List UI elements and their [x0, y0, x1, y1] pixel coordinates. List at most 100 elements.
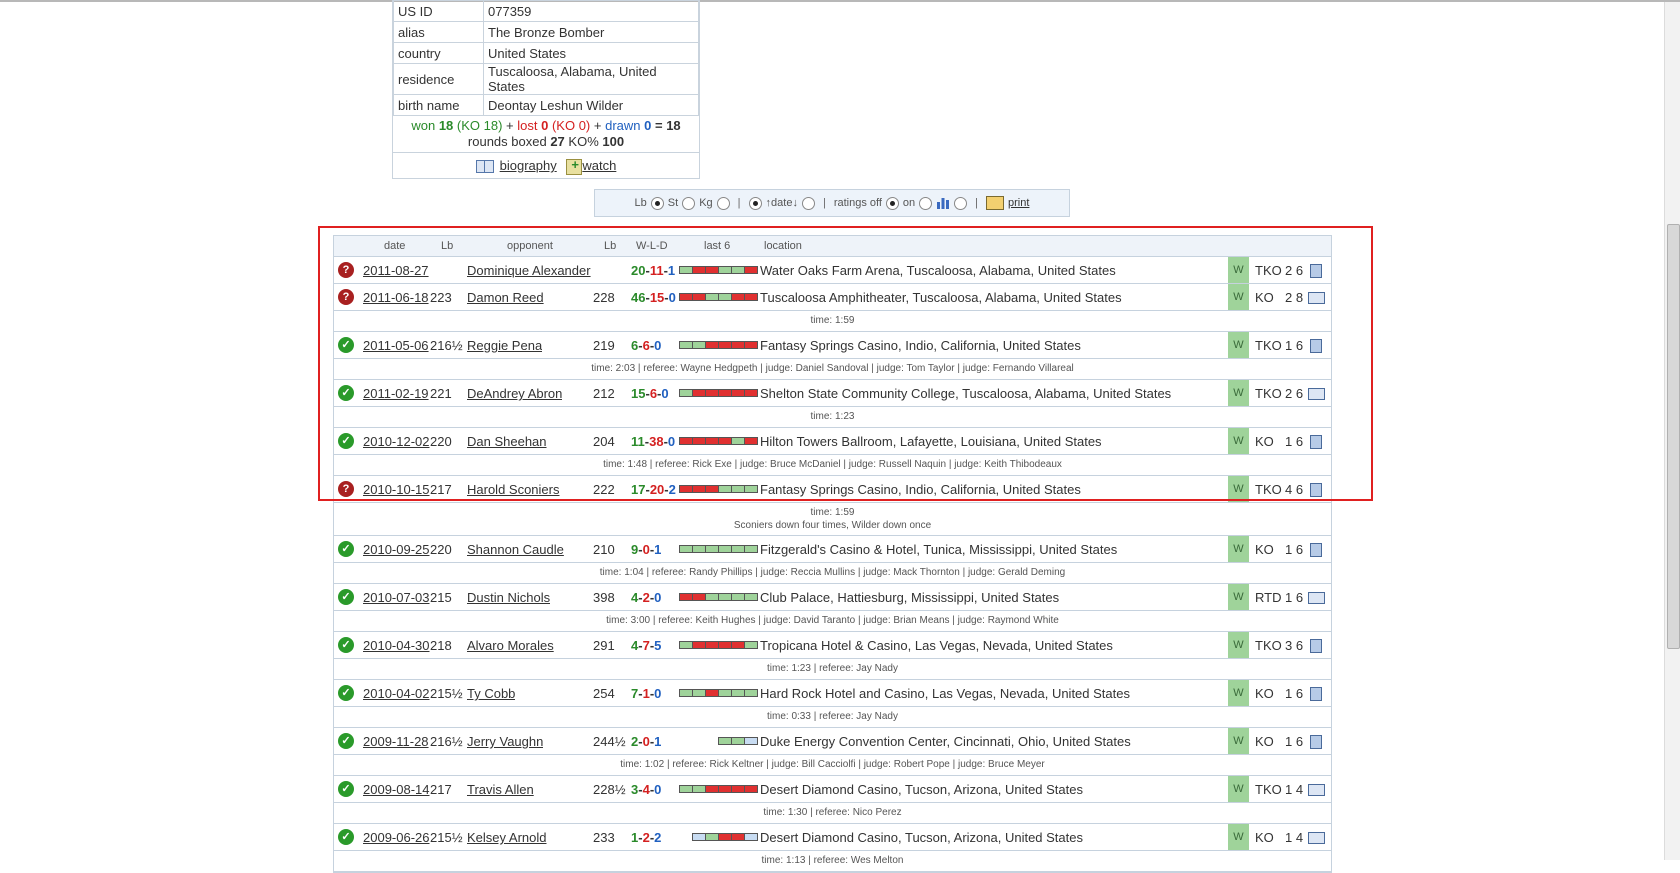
book-icon[interactable]	[1308, 832, 1325, 844]
opponent-draws: 1	[667, 263, 676, 278]
fight-date-link[interactable]: 2010-10-15	[363, 482, 430, 497]
fight-location: Shelton State Community College, Tuscalo…	[760, 386, 1172, 401]
fight-row: ✓ 2011-05-06 216½ Reggie Pena 219 6-6-0 Fantas…	[334, 332, 1331, 359]
question-icon[interactable]: ?	[338, 289, 354, 305]
book-icon[interactable]	[1308, 592, 1325, 604]
fight-date-link[interactable]: 2010-04-02	[363, 686, 430, 701]
opponent-link[interactable]: Harold Sconiers	[467, 482, 560, 497]
result-badge: W	[1228, 584, 1249, 610]
opponent-link[interactable]: Alvaro Morales	[467, 638, 554, 653]
opponent-link[interactable]: Kelsey Arnold	[467, 830, 547, 845]
ko-percent: 100	[602, 134, 625, 149]
opponent-wins: 3	[631, 782, 639, 797]
fight-date-link[interactable]: 2010-07-03	[363, 590, 430, 605]
header-opponent: opponent	[507, 240, 553, 252]
fight-date-link[interactable]: 2010-09-25	[363, 542, 430, 557]
opponent-link[interactable]: Dominique Alexander	[467, 263, 591, 278]
opponent-link[interactable]: Damon Reed	[467, 290, 544, 305]
scrollbar-thumb[interactable]	[1667, 224, 1680, 649]
book-icon[interactable]	[1308, 292, 1325, 304]
header-last6: last 6	[704, 240, 731, 252]
last6-result-block	[731, 641, 745, 649]
opponent-weight: 219	[593, 338, 615, 353]
profile-field-value: 077359	[483, 0, 699, 22]
fight-details-text: time: 1:23 | referee: Jay Nady	[767, 663, 898, 674]
result-badge: W	[1228, 632, 1249, 658]
document-icon[interactable]	[1310, 339, 1322, 353]
document-icon[interactable]	[1310, 735, 1322, 749]
document-icon[interactable]	[1310, 687, 1322, 701]
last6-result-block	[705, 266, 719, 274]
document-icon[interactable]	[1310, 639, 1322, 653]
opponent-wins: 1	[631, 830, 639, 845]
last6-result-block	[731, 545, 745, 553]
profile-field-label: alias	[393, 21, 484, 43]
book-icon[interactable]	[1308, 388, 1325, 400]
opponent-losses: 1	[642, 686, 650, 701]
biography-link[interactable]: biography	[500, 158, 557, 173]
result-method: KO	[1255, 542, 1274, 557]
fight-details-row: time: 1:13 | referee: Wes Melton	[334, 851, 1331, 872]
ratings-off-radio[interactable]	[885, 196, 899, 210]
last6-result-block	[731, 389, 745, 397]
st-radio[interactable]	[682, 196, 696, 210]
last6-result-block	[731, 593, 745, 601]
last6-result-block	[692, 437, 706, 445]
chart-radio[interactable]	[954, 196, 968, 210]
vertical-scrollbar[interactable]	[1664, 2, 1680, 860]
last6-result-block	[679, 593, 693, 601]
document-icon[interactable]	[1310, 264, 1322, 278]
opponent-draws: 5	[654, 638, 662, 653]
last6-result-block	[731, 293, 745, 301]
opponent-weight: 291	[593, 638, 615, 653]
last6-result-block	[731, 833, 745, 841]
ratings-on-radio[interactable]	[919, 196, 933, 210]
document-icon[interactable]	[1310, 543, 1322, 557]
date-asc-radio[interactable]	[801, 196, 815, 210]
add-watch-icon[interactable]: +	[566, 157, 583, 175]
question-icon[interactable]: ?	[338, 262, 354, 278]
ko-label: KO%	[568, 134, 599, 149]
fight-date-link[interactable]: 2009-06-26	[363, 830, 430, 845]
question-icon[interactable]: ?	[338, 481, 354, 497]
fight-location: Tuscaloosa Amphitheater, Tuscaloosa, Ala…	[760, 290, 1122, 305]
opponent-link[interactable]: Shannon Caudle	[467, 542, 564, 557]
opponent-link[interactable]: DeAndrey Abron	[467, 386, 562, 401]
printer-icon[interactable]	[986, 196, 1005, 210]
fight-details-text: time: 2:03 | referee: Wayne Hedgpeth | j…	[591, 363, 1074, 374]
last6-result-block	[718, 437, 732, 445]
last6-result-block	[731, 437, 745, 445]
result-method: TKO	[1255, 482, 1282, 497]
fight-date-link[interactable]: 2009-11-28	[363, 734, 429, 749]
lb-label: Lb	[634, 197, 647, 209]
book-icon[interactable]	[475, 160, 494, 174]
kg-radio[interactable]	[716, 196, 730, 210]
last-six-results	[678, 341, 758, 349]
opponent-link[interactable]: Ty Cobb	[467, 686, 515, 701]
document-icon[interactable]	[1310, 483, 1322, 497]
opponent-link[interactable]: Reggie Pena	[467, 338, 542, 353]
fight-date-link[interactable]: 2011-02-19	[363, 386, 429, 401]
last6-result-block	[718, 737, 732, 745]
opponent-link[interactable]: Jerry Vaughn	[467, 734, 543, 749]
fight-date-link[interactable]: 2010-04-30	[363, 638, 430, 653]
fight-row: ? 2011-06-18 223 Damon Reed 228 46-15-0 Tuscal…	[334, 284, 1331, 311]
watch-link[interactable]: watch	[582, 158, 616, 173]
opponent-link[interactable]: Dustin Nichols	[467, 590, 550, 605]
last6-result-block	[705, 485, 719, 493]
opponent-link[interactable]: Dan Sheehan	[467, 434, 547, 449]
fight-date-link[interactable]: 2011-05-06	[363, 338, 429, 353]
document-icon[interactable]	[1310, 435, 1322, 449]
opponent-link[interactable]: Travis Allen	[467, 782, 534, 797]
fight-date-link[interactable]: 2009-08-14	[363, 782, 430, 797]
fight-details-row: time: 1:04 | referee: Randy Phillips | j…	[334, 563, 1331, 584]
fight-date-link[interactable]: 2011-06-18	[363, 290, 429, 305]
fight-date-link[interactable]: 2011-08-27	[363, 263, 429, 278]
print-link[interactable]: print	[1008, 197, 1029, 209]
fight-date-link[interactable]: 2010-12-02	[363, 434, 430, 449]
book-icon[interactable]	[1308, 784, 1325, 796]
date-desc-radio[interactable]	[748, 196, 762, 210]
table-header: date Lb opponent Lb W-L-D last 6 locatio…	[334, 236, 1331, 257]
drawn-label: drawn	[605, 118, 641, 133]
lb-radio[interactable]	[650, 196, 664, 210]
